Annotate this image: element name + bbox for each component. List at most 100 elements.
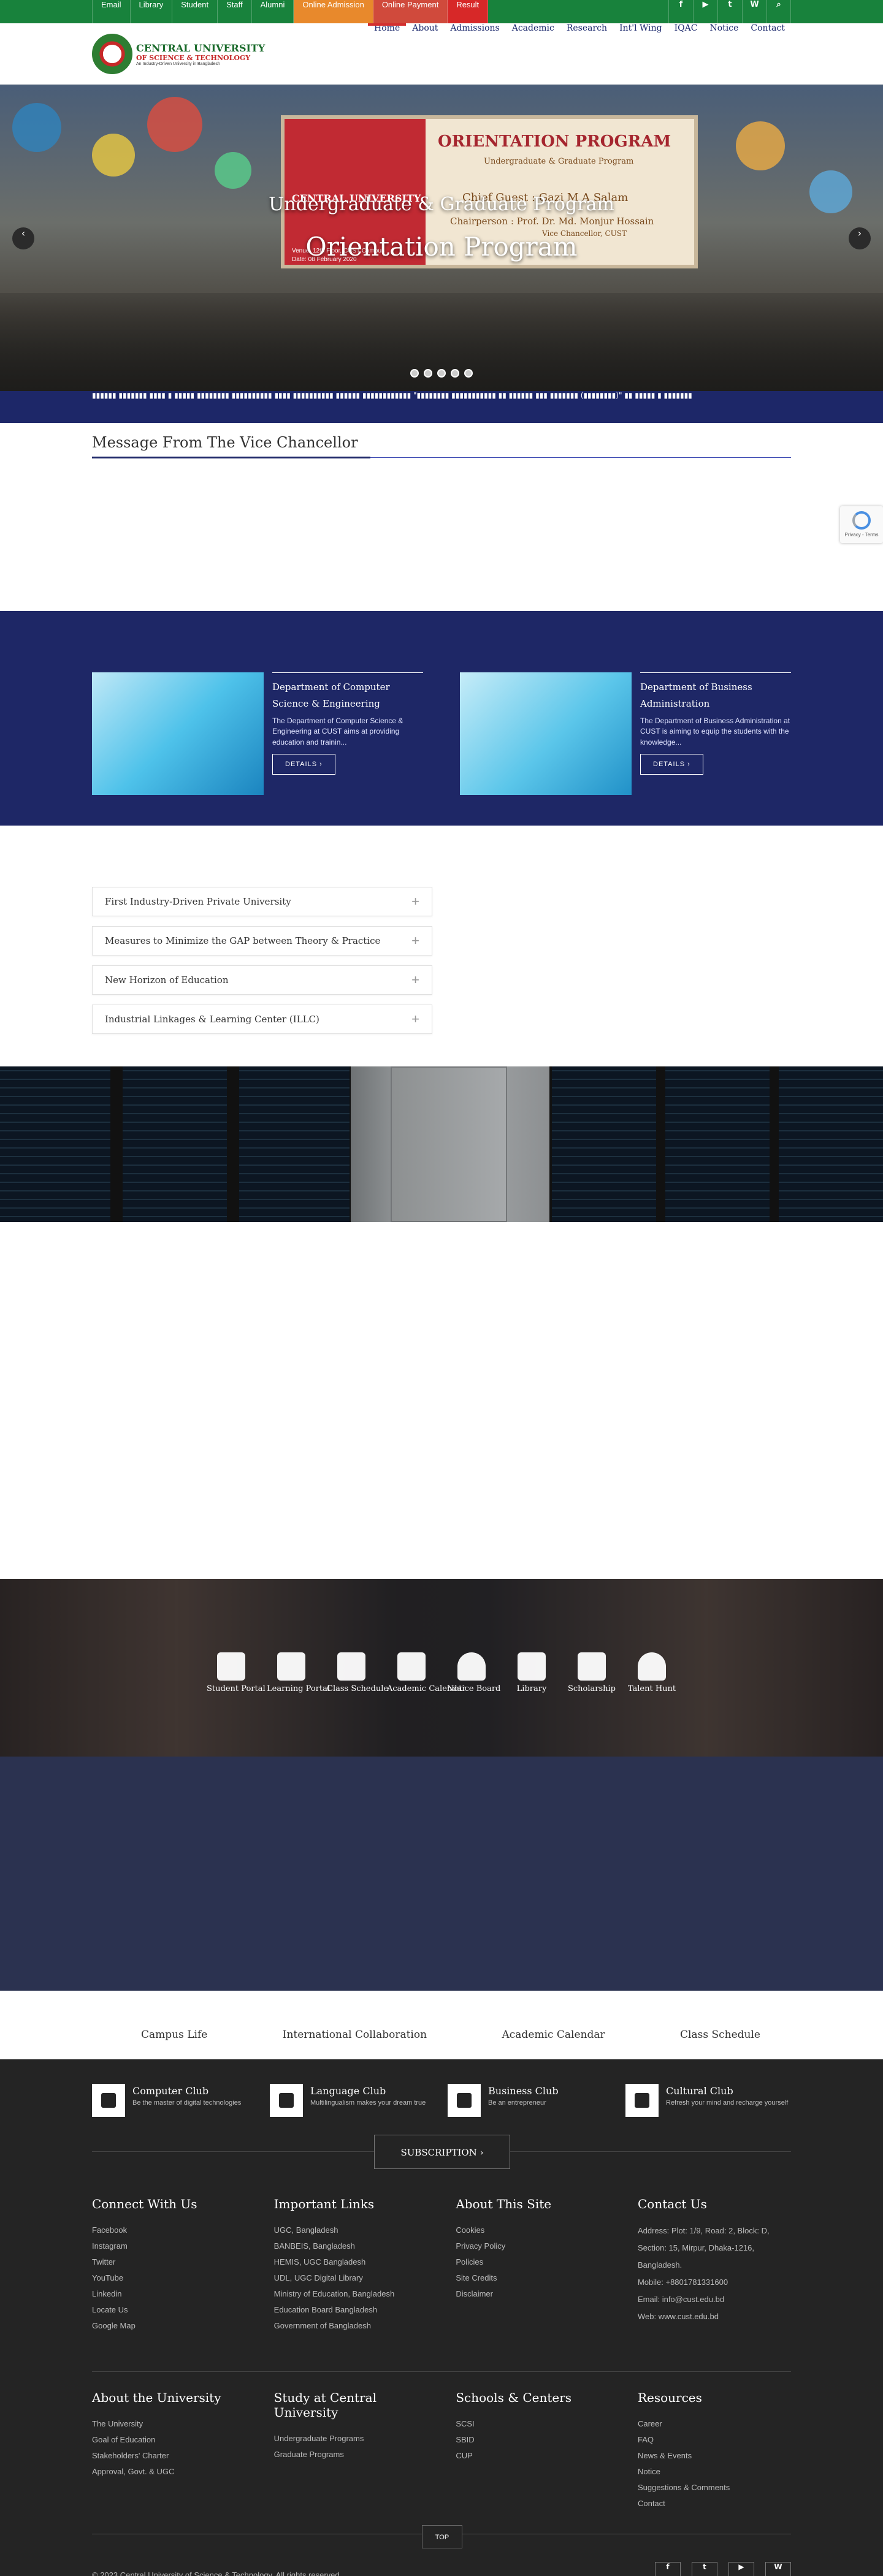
club-computer[interactable]: Computer Club Be the master of digital te… xyxy=(92,2084,258,2170)
footer-link[interactable]: Site Credits xyxy=(456,2270,609,2286)
facebook-icon[interactable]: f xyxy=(668,0,693,23)
tab-academic-calendar[interactable]: Academic Calendar xyxy=(502,2029,605,2041)
recaptcha-badge[interactable]: Privacy - Terms xyxy=(840,506,883,543)
wikipedia-icon[interactable]: W xyxy=(765,2562,791,2576)
quick-link-library[interactable]: Library xyxy=(507,1652,556,1693)
footer-link-linkedin[interactable]: Linkedin xyxy=(92,2286,245,2302)
footer-link[interactable]: BANBEIS, Bangladesh xyxy=(274,2238,427,2254)
quick-link-talent-hunt[interactable]: Talent Hunt xyxy=(627,1652,676,1693)
top-link-alumni[interactable]: Alumni xyxy=(252,0,294,23)
footer-link[interactable]: Ministry of Education, Bangladesh xyxy=(274,2286,427,2302)
top-social: f ▶ t W ⌕ xyxy=(668,0,791,23)
slider-dot[interactable] xyxy=(451,369,459,378)
accordion-item[interactable]: Industrial Linkages & Learning Center (I… xyxy=(92,1005,432,1034)
recaptcha-label[interactable]: Privacy - Terms xyxy=(845,532,879,538)
footer-link[interactable]: SCSI xyxy=(456,2416,609,2432)
details-button[interactable]: DETAILS › xyxy=(640,754,703,775)
footer-link-youtube[interactable]: YouTube xyxy=(92,2270,245,2286)
footer-link-instagram[interactable]: Instagram xyxy=(92,2238,245,2254)
footer-link[interactable]: HEMIS, UGC Bangladesh xyxy=(274,2254,427,2270)
footer-link[interactable]: Cookies xyxy=(456,2222,609,2238)
footer-link[interactable]: News & Events xyxy=(638,2448,791,2464)
footer-link-twitter[interactable]: Twitter xyxy=(92,2254,245,2270)
footer-link[interactable]: The University xyxy=(92,2416,245,2432)
footer-link[interactable]: UGC, Bangladesh xyxy=(274,2222,427,2238)
footer-link[interactable]: SBID xyxy=(456,2432,609,2448)
footer-link[interactable]: Contact xyxy=(638,2496,791,2512)
twitter-icon[interactable]: t xyxy=(717,0,742,23)
dept-title[interactable]: Department of Computer Science & Enginee… xyxy=(272,679,423,712)
footer-link[interactable]: Notice xyxy=(638,2464,791,2480)
top-link-email[interactable]: Email xyxy=(92,0,131,23)
footer-link[interactable]: UDL, UGC Digital Library xyxy=(274,2270,427,2286)
slider-dot[interactable] xyxy=(410,369,419,378)
quick-link-student-portal[interactable]: Student Portal xyxy=(207,1652,266,1693)
youtube-icon[interactable]: ▶ xyxy=(693,0,717,23)
back-to-top-button[interactable]: TOP xyxy=(422,2525,462,2548)
nav-research[interactable]: Research xyxy=(560,23,613,85)
news-ticker-text[interactable]: ▮▮▮▮▮▮ ▮▮▮▮▮▮▮ ▮▮▮▮ ▮ ▮▮▮▮▮ ▮▮▮▮▮▮▮▮ ▮▮▮… xyxy=(92,391,791,400)
tab-campus-life[interactable]: Campus Life xyxy=(141,2029,207,2041)
top-link-student[interactable]: Student xyxy=(172,0,218,23)
wikipedia-icon[interactable]: W xyxy=(742,0,766,23)
quick-link-scholarship[interactable]: Scholarship xyxy=(567,1652,616,1693)
site-logo[interactable]: CENTRAL UNIVERSITY OF SCIENCE & TECHNOLO… xyxy=(92,34,265,74)
quick-link-learning-portal[interactable]: Learning Portal xyxy=(267,1652,330,1693)
nav-contact[interactable]: Contact xyxy=(744,23,791,85)
top-link-library[interactable]: Library xyxy=(131,0,173,23)
dept-title[interactable]: Department of Business Administration xyxy=(640,679,791,712)
youtube-icon[interactable]: ▶ xyxy=(728,2562,754,2576)
footer-link[interactable]: FAQ xyxy=(638,2432,791,2448)
footer-link[interactable]: Goal of Education xyxy=(92,2432,245,2448)
footer-link-locate-us[interactable]: Locate Us xyxy=(92,2302,245,2318)
subscription-button[interactable]: SUBSCRIPTION › xyxy=(374,2135,510,2169)
search-icon[interactable]: ⌕ xyxy=(766,0,791,23)
tab-class-schedule[interactable]: Class Schedule xyxy=(680,2029,760,2041)
quick-link-academic-calendar[interactable]: Academic Calendar xyxy=(387,1652,466,1693)
contact-email[interactable]: Email: info@cust.edu.bd xyxy=(638,2291,791,2308)
twitter-icon[interactable]: t xyxy=(692,2562,717,2576)
club-cultural[interactable]: Cultural Club Refresh your mind and recha… xyxy=(625,2084,791,2170)
footer-link[interactable]: Privacy Policy xyxy=(456,2238,609,2254)
details-button[interactable]: DETAILS › xyxy=(272,754,335,775)
club-desc: Refresh your mind and recharge yourself xyxy=(666,2099,789,2107)
footer-link-google-map[interactable]: Google Map xyxy=(92,2318,245,2334)
paper-fan-decoration xyxy=(92,134,135,177)
slider-dot[interactable] xyxy=(424,369,432,378)
nav-iqac[interactable]: IQAC xyxy=(668,23,704,85)
top-link-result[interactable]: Result xyxy=(448,0,489,23)
nav-notice[interactable]: Notice xyxy=(703,23,744,85)
slider-prev-button[interactable]: ‹ xyxy=(12,227,34,249)
slider-dot[interactable] xyxy=(437,369,446,378)
footer-link[interactable]: Graduate Programs xyxy=(274,2447,427,2463)
tab-international-collaboration[interactable]: International Collaboration xyxy=(283,2029,427,2041)
contact-web[interactable]: Web: www.cust.edu.bd xyxy=(638,2308,791,2325)
footer-link[interactable]: Undergraduate Programs xyxy=(274,2431,427,2447)
footer-link[interactable]: Suggestions & Comments xyxy=(638,2480,791,2496)
quick-link-notice-board[interactable]: Notice Board xyxy=(447,1652,500,1693)
accordion-item[interactable]: First Industry-Driven Private University… xyxy=(92,887,432,916)
footer-link[interactable]: Government of Bangladesh xyxy=(274,2318,427,2334)
nav-admissions[interactable]: Admissions xyxy=(444,23,505,85)
slider-next-button[interactable]: › xyxy=(849,227,871,249)
footer-link[interactable]: Policies xyxy=(456,2254,609,2270)
top-link-staff[interactable]: Staff xyxy=(218,0,252,23)
quick-link-class-schedule[interactable]: Class Schedule xyxy=(327,1652,388,1693)
footer-link-facebook[interactable]: Facebook xyxy=(92,2222,245,2238)
accordion-item[interactable]: Measures to Minimize the GAP between The… xyxy=(92,926,432,956)
accordion-item[interactable]: New Horizon of Education + xyxy=(92,965,432,995)
footer-link[interactable]: Stakeholders' Charter xyxy=(92,2448,245,2464)
footer-link[interactable]: Education Board Bangladesh xyxy=(274,2302,427,2318)
footer-link[interactable]: CUP xyxy=(456,2448,609,2464)
slider-dot[interactable] xyxy=(464,369,473,378)
nav-about[interactable]: About xyxy=(406,23,444,85)
facebook-icon[interactable]: f xyxy=(655,2562,681,2576)
top-link-online-payment[interactable]: Online Payment xyxy=(373,0,448,23)
nav-intl-wing[interactable]: Int'l Wing xyxy=(613,23,668,85)
top-link-online-admission[interactable]: Online Admission xyxy=(294,0,373,23)
footer-link[interactable]: Approval, Govt. & UGC xyxy=(92,2464,245,2480)
nav-home[interactable]: Home xyxy=(368,23,407,85)
footer-link[interactable]: Disclaimer xyxy=(456,2286,609,2302)
nav-academic[interactable]: Academic xyxy=(506,23,560,85)
footer-link[interactable]: Career xyxy=(638,2416,791,2432)
